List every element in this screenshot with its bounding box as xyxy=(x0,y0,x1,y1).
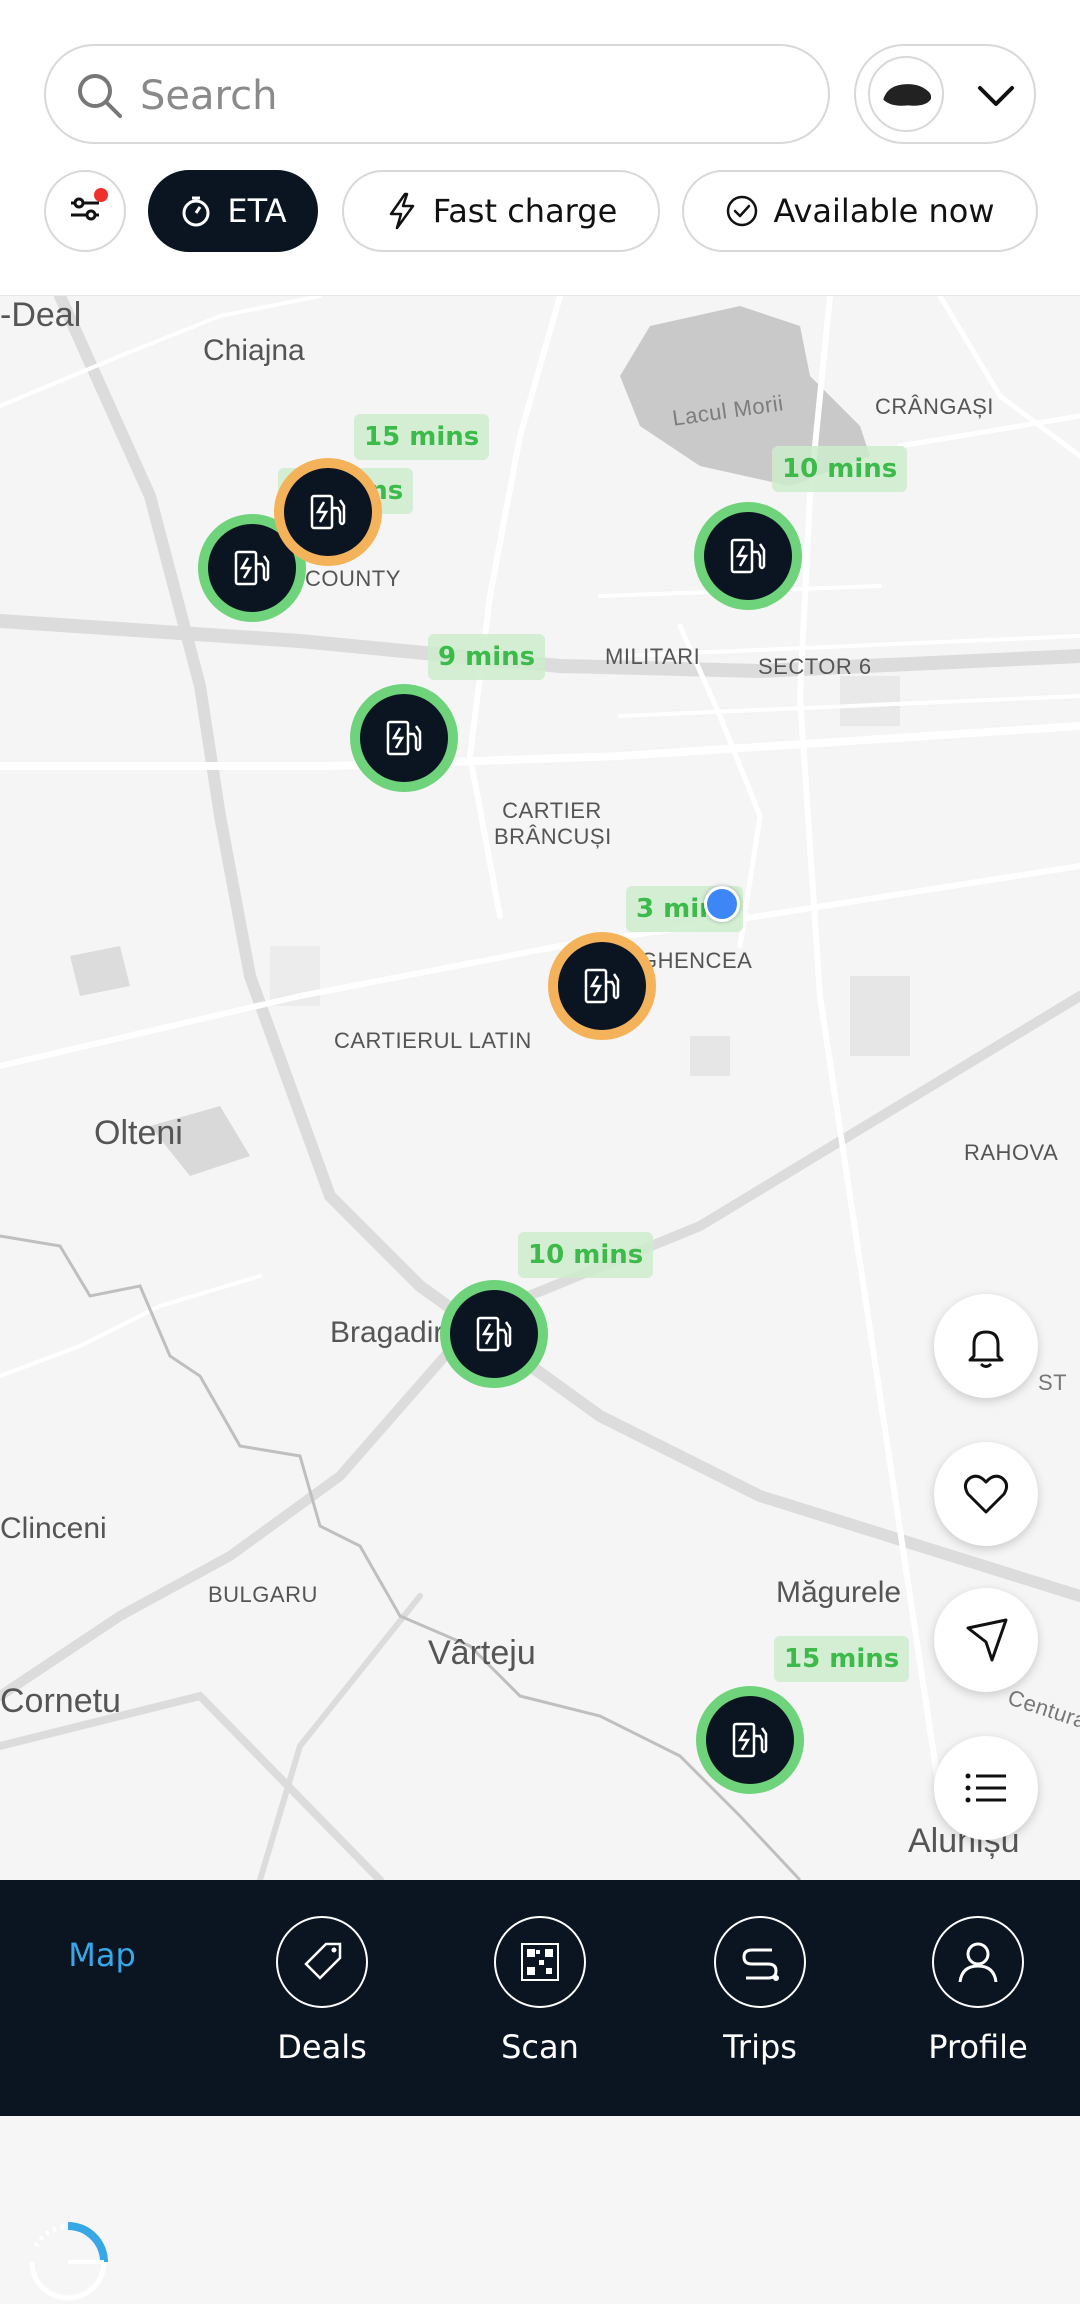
eta-filter-chip[interactable]: ETA xyxy=(148,170,318,252)
nav-label: Map xyxy=(68,1936,136,1974)
place-label: Chiajna xyxy=(203,334,305,367)
place-label: COUNTY xyxy=(305,566,401,591)
car-icon xyxy=(868,56,944,132)
vehicle-selector[interactable] xyxy=(854,44,1036,144)
place-label: CARTIER xyxy=(502,798,602,823)
bottom-navigation: Map Deals Scan Trips Profile xyxy=(0,1880,1080,2301)
favorites-button[interactable] xyxy=(934,1442,1038,1546)
fast-charge-label: Fast charge xyxy=(432,192,618,230)
qr-code-icon xyxy=(494,1916,586,2008)
nav-item-trips[interactable]: Trips xyxy=(680,1916,840,2066)
user-icon xyxy=(932,1916,1024,2008)
nav-item-profile[interactable]: Profile xyxy=(898,1916,1058,2066)
station-eta-label: 9 mins xyxy=(428,634,546,680)
filter-button[interactable] xyxy=(44,170,126,252)
charger-icon xyxy=(234,550,270,586)
stopwatch-icon xyxy=(182,196,210,227)
charging-station-marker[interactable] xyxy=(548,932,656,1040)
list-view-button[interactable] xyxy=(934,1736,1038,1840)
charger-icon xyxy=(476,1316,512,1352)
charging-station-marker[interactable] xyxy=(274,458,382,566)
nav-item-deals[interactable]: Deals xyxy=(242,1916,402,2066)
charger-icon xyxy=(732,1722,768,1758)
place-label: Vârteju xyxy=(428,1634,536,1672)
search-input[interactable]: Search xyxy=(140,70,277,122)
place-label: -Deal xyxy=(0,296,82,334)
charging-station-marker[interactable] xyxy=(696,1686,804,1794)
eta-filter-label: ETA xyxy=(227,192,287,230)
lightning-icon xyxy=(389,192,414,230)
station-eta-label: 10 mins xyxy=(772,446,908,492)
map-view[interactable]: -Deal Chiajna Lacul Morii CRÂNGAȘI COUNT… xyxy=(0,296,1080,1880)
heart-icon xyxy=(963,1474,1009,1514)
recenter-button[interactable] xyxy=(934,1588,1038,1692)
place-label: Măgurele xyxy=(776,1576,902,1609)
nav-item-map[interactable]: Map xyxy=(22,1916,182,2301)
fast-charge-chip[interactable]: Fast charge xyxy=(342,170,660,252)
place-label: Clinceni xyxy=(0,1512,107,1545)
place-label: RAHOVA xyxy=(964,1140,1059,1165)
map-gauge-icon xyxy=(22,2212,114,2304)
place-label: GHENCEA xyxy=(640,948,753,973)
notification-dot xyxy=(94,188,108,202)
navigate-icon xyxy=(966,1618,1008,1662)
place-label: Olteni xyxy=(94,1114,183,1152)
list-icon xyxy=(965,1773,1006,1803)
bell-icon xyxy=(968,1330,1004,1368)
notifications-button[interactable] xyxy=(934,1294,1038,1398)
charging-station-marker[interactable] xyxy=(350,684,458,792)
place-label: CARTIERUL LATIN xyxy=(334,1028,532,1053)
place-label: ST xyxy=(1038,1370,1068,1395)
charger-icon xyxy=(386,720,422,756)
charging-station-marker[interactable] xyxy=(440,1280,548,1388)
chevron-down-icon xyxy=(978,86,1014,106)
nav-label: Trips xyxy=(723,2028,797,2066)
place-label: BRÂNCUȘI xyxy=(494,824,612,849)
available-now-label: Available now xyxy=(773,192,995,230)
deals-tag-icon xyxy=(276,1916,368,2008)
charger-icon xyxy=(310,494,346,530)
current-location-marker xyxy=(704,886,740,922)
station-eta-label: 15 mins xyxy=(354,414,490,460)
charging-station-marker[interactable] xyxy=(694,502,802,610)
map-base xyxy=(0,296,1080,1880)
charger-icon xyxy=(584,968,620,1004)
place-label: Cornetu xyxy=(0,1682,121,1720)
top-bar: Search ETA Fast charge Available now xyxy=(0,0,1080,296)
check-circle-icon xyxy=(727,195,758,227)
place-label: CRÂNGAȘI xyxy=(875,394,994,419)
place-label: MILITARI xyxy=(605,644,701,669)
nav-label: Profile xyxy=(928,2028,1028,2066)
place-label: Bragadir xyxy=(330,1316,444,1349)
place-label: BULGARU xyxy=(208,1582,318,1607)
place-label: SECTOR 6 xyxy=(758,654,872,679)
route-icon xyxy=(714,1916,806,2008)
search-bar[interactable]: Search xyxy=(44,44,830,144)
available-now-chip[interactable]: Available now xyxy=(682,170,1038,252)
station-eta-label: 15 mins xyxy=(774,1636,910,1682)
nav-label: Scan xyxy=(501,2028,579,2066)
station-eta-label: 10 mins xyxy=(518,1232,654,1278)
nav-item-scan[interactable]: Scan xyxy=(460,1916,620,2066)
nav-label: Deals xyxy=(277,2028,367,2066)
search-icon xyxy=(78,74,122,118)
charger-icon xyxy=(730,538,766,574)
